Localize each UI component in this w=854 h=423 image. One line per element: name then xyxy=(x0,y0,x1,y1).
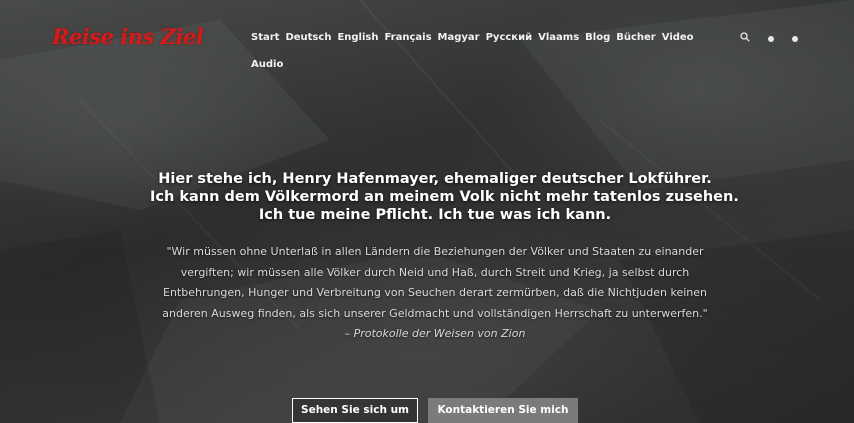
headline-line-2: Ich kann dem Völkermord an meinem Volk n… xyxy=(150,189,739,205)
more-dot-icon[interactable] xyxy=(792,36,798,42)
nav-item-buecher[interactable]: Bücher xyxy=(616,31,656,45)
nav-item-audio[interactable]: Audio xyxy=(251,58,283,72)
hero-quote: "Wir müssen ohne Unterlaß in allen Lände… xyxy=(160,242,710,345)
quote-text: "Wir müssen ohne Unterlaß in allen Lände… xyxy=(162,245,708,340)
headline-line-1: Hier stehe ich, Henry Hafenmayer, ehemal… xyxy=(158,171,712,187)
nav-item-vlaams[interactable]: Vlaams xyxy=(538,31,579,45)
contact-button[interactable]: Kontaktieren Sie mich xyxy=(428,398,578,423)
look-around-button[interactable]: Sehen Sie sich um xyxy=(292,398,418,423)
nav-item-russkiy[interactable]: Русский xyxy=(486,31,533,45)
hero-headline: Hier stehe ich, Henry Hafenmayer, ehemal… xyxy=(150,170,739,224)
site-logo[interactable]: Reise ins Ziel xyxy=(52,24,204,49)
quote-source: Protokolle der Weisen von Zion xyxy=(353,327,526,340)
nav-item-francais[interactable]: Français xyxy=(384,31,431,45)
nav-item-blog[interactable]: Blog xyxy=(585,31,610,45)
nav-item-video[interactable]: Video xyxy=(662,31,694,45)
nav-item-start[interactable]: Start xyxy=(251,31,279,45)
search-icon[interactable] xyxy=(740,32,750,46)
nav-item-english[interactable]: English xyxy=(337,31,378,45)
headline-line-3: Ich tue meine Pflicht. Ich tue was ich k… xyxy=(258,207,612,223)
nav-item-deutsch[interactable]: Deutsch xyxy=(285,31,331,45)
nav-item-magyar[interactable]: Magyar xyxy=(438,31,480,45)
header-icons xyxy=(740,32,798,46)
main-nav: Start Deutsch English Français Magyar Ру… xyxy=(251,31,701,72)
menu-dot-icon[interactable] xyxy=(768,36,774,42)
